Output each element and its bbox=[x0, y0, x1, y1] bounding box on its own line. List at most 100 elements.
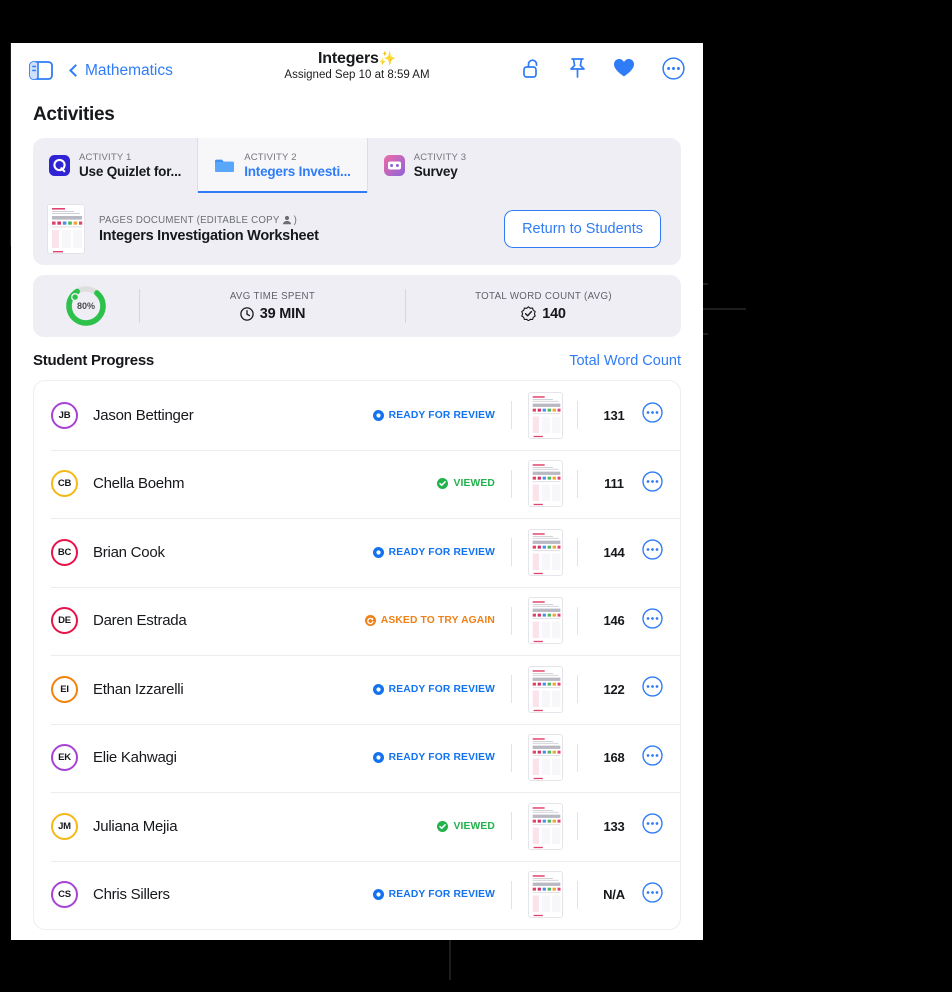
avatar: BC bbox=[51, 538, 78, 566]
status-label: VIEWED bbox=[453, 820, 495, 832]
document-thumbnail[interactable] bbox=[528, 734, 563, 782]
document-title: Integers Investigation Worksheet bbox=[99, 227, 319, 244]
status-badge: VIEWED bbox=[437, 478, 495, 490]
row-divider-1 bbox=[511, 469, 512, 498]
student-progress-list: JB Jason Bettinger READY FOR REVIEW 131 bbox=[33, 380, 681, 930]
stat-avg-time-label: AVG TIME SPENT bbox=[229, 290, 316, 302]
row-divider-1 bbox=[511, 880, 512, 909]
more-options-icon[interactable] bbox=[642, 539, 663, 565]
status-badge: READY FOR REVIEW bbox=[372, 409, 495, 421]
row-divider-1 bbox=[511, 675, 512, 704]
more-options-icon[interactable] bbox=[662, 56, 685, 85]
status-badge: READY FOR REVIEW bbox=[372, 752, 495, 764]
table-row[interactable]: JM Juliana Mejia VIEWED 133 bbox=[34, 792, 680, 861]
page-title-text: Integers bbox=[318, 50, 379, 67]
row-divider-1 bbox=[511, 812, 512, 841]
word-count-value: 111 bbox=[604, 476, 624, 492]
stat-word-count-value: 140 bbox=[542, 305, 566, 322]
more-options-icon[interactable] bbox=[642, 608, 663, 634]
progress-ring: 80% bbox=[64, 284, 108, 328]
word-count-value: 168 bbox=[603, 750, 625, 766]
stat-avg-time-value-row: 39 MIN bbox=[170, 306, 375, 322]
status-label: ASKED TO TRY AGAIN bbox=[380, 615, 495, 627]
stat-word-count-value-row: 140 bbox=[436, 306, 651, 322]
activity-tab-1[interactable]: ACTIVITY 1 Use Quizlet for... bbox=[33, 138, 199, 193]
table-row[interactable]: JB Jason Bettinger READY FOR REVIEW 131 bbox=[34, 381, 680, 450]
stat-total-word-count: TOTAL WORD COUNT (AVG) 140 bbox=[406, 291, 681, 322]
return-to-students-button[interactable]: Return to Students bbox=[504, 210, 661, 248]
row-divider-2 bbox=[577, 675, 578, 704]
status-badge: VIEWED bbox=[437, 820, 495, 832]
status-badge: READY FOR REVIEW bbox=[372, 889, 495, 901]
document-thumbnail[interactable] bbox=[528, 597, 563, 645]
chevron-left-icon bbox=[69, 64, 82, 77]
word-count-value: N/A bbox=[603, 887, 625, 903]
more-options-icon[interactable] bbox=[642, 745, 663, 771]
student-name: Chris Sillers bbox=[93, 886, 170, 904]
student-name: Jason Bettinger bbox=[93, 406, 194, 424]
folder-icon bbox=[214, 155, 235, 176]
more-options-icon[interactable] bbox=[642, 676, 663, 702]
row-divider-2 bbox=[577, 606, 578, 635]
table-row[interactable]: CS Chris Sillers READY FOR REVIEW N/A bbox=[34, 860, 680, 930]
heart-icon[interactable] bbox=[613, 58, 635, 83]
progress-percent-label: 80% bbox=[76, 301, 95, 311]
student-name: Juliana Mejia bbox=[93, 817, 178, 835]
more-options-icon[interactable] bbox=[642, 402, 663, 428]
activity-tab-2[interactable]: ACTIVITY 2 Integers Investi... bbox=[198, 138, 368, 193]
document-thumbnail[interactable] bbox=[528, 665, 563, 713]
document-thumbnail[interactable] bbox=[528, 460, 563, 508]
more-options-icon[interactable] bbox=[642, 882, 663, 908]
clock-icon bbox=[239, 306, 254, 321]
status-icon bbox=[364, 615, 376, 627]
table-row[interactable]: BC Brian Cook READY FOR REVIEW 144 bbox=[34, 518, 680, 587]
student-name: Chella Boehm bbox=[93, 475, 185, 493]
activity-tab-3[interactable]: ACTIVITY 3 Survey bbox=[368, 138, 681, 193]
activity-card: ACTIVITY 1 Use Quizlet for... ACTIVITY 2… bbox=[33, 138, 681, 265]
activity-tab-2-kicker: ACTIVITY 2 bbox=[244, 152, 297, 163]
activity-tab-3-kicker: ACTIVITY 3 bbox=[413, 152, 467, 163]
word-count-value: 146 bbox=[603, 613, 625, 629]
avatar: DE bbox=[51, 607, 78, 635]
row-divider-2 bbox=[577, 743, 578, 772]
row-divider-2 bbox=[577, 538, 578, 567]
status-badge: READY FOR REVIEW bbox=[372, 683, 495, 695]
document-thumbnail[interactable] bbox=[528, 528, 563, 576]
pin-icon[interactable] bbox=[569, 57, 586, 84]
student-progress-title: Student Progress bbox=[33, 352, 155, 369]
status-label: READY FOR REVIEW bbox=[388, 683, 495, 695]
back-to-mathematics-link[interactable]: Mathematics bbox=[69, 62, 173, 80]
document-thumbnail[interactable] bbox=[528, 802, 563, 850]
row-divider-2 bbox=[577, 812, 578, 841]
avatar: EI bbox=[51, 675, 78, 703]
activity-tab-3-name: Survey bbox=[413, 164, 458, 179]
more-options-icon[interactable] bbox=[642, 471, 663, 497]
sparkle-icon: ✨ bbox=[378, 50, 396, 66]
status-label: READY FOR REVIEW bbox=[388, 889, 495, 901]
status-label: READY FOR REVIEW bbox=[388, 546, 495, 558]
table-row[interactable]: EI Ethan Izzarelli READY FOR REVIEW 122 bbox=[34, 655, 680, 724]
table-row[interactable]: CB Chella Boehm VIEWED 111 bbox=[34, 449, 680, 519]
word-count-value: 131 bbox=[603, 407, 625, 423]
activities-title: Activities bbox=[33, 104, 115, 125]
document-thumbnail[interactable] bbox=[528, 391, 563, 439]
sidebar-toggle-icon[interactable] bbox=[29, 61, 53, 80]
status-badge: READY FOR REVIEW bbox=[372, 546, 495, 558]
student-name: Ethan Izzarelli bbox=[93, 680, 184, 698]
table-row[interactable]: DE Daren Estrada ASKED TO TRY AGAIN 146 bbox=[34, 586, 680, 656]
document-kicker: PAGES DOCUMENT (EDITABLE COPY ) bbox=[99, 215, 319, 226]
total-word-count-link[interactable]: Total Word Count bbox=[569, 353, 681, 369]
more-options-icon[interactable] bbox=[642, 813, 663, 839]
unlock-icon[interactable] bbox=[522, 58, 542, 84]
status-icon bbox=[372, 889, 384, 901]
document-thumbnail[interactable] bbox=[47, 204, 85, 254]
table-row[interactable]: EK Elie Kahwagi READY FOR REVIEW 168 bbox=[34, 723, 680, 793]
row-divider-2 bbox=[577, 469, 578, 498]
status-icon bbox=[372, 409, 384, 421]
avatar: EK bbox=[51, 744, 78, 772]
avatar: JM bbox=[51, 812, 78, 840]
status-icon bbox=[437, 820, 449, 832]
document-thumbnail[interactable] bbox=[528, 871, 563, 919]
checkmark-seal-icon bbox=[521, 306, 536, 321]
activity-tabs: ACTIVITY 1 Use Quizlet for... ACTIVITY 2… bbox=[33, 138, 681, 193]
